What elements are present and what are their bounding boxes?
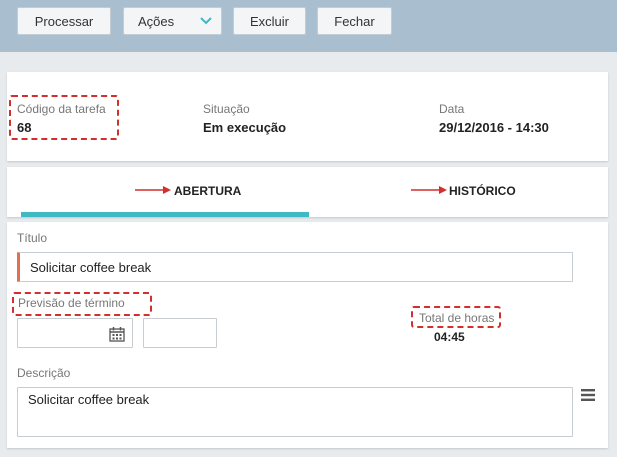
tab-historico[interactable]: HISTÓRICO [449,184,516,198]
titulo-value: Solicitar coffee break [30,260,152,275]
tab-abertura[interactable]: ABERTURA [174,184,241,198]
toolbar: Processar Ações Excluir Fechar [0,0,617,52]
data-value: 29/12/2016 - 14:30 [439,120,549,135]
situacao-value: Em execução [203,120,287,135]
arrow-right-icon [135,186,171,194]
excluir-button[interactable]: Excluir [233,7,306,35]
tabs-bar: ABERTURA HISTÓRICO [7,167,608,217]
total-horas-label: Total de horas [419,311,495,325]
menu-icon[interactable] [581,389,595,401]
acoes-label: Ações [138,13,175,29]
situacao-label: Situação [203,102,250,116]
processar-button[interactable]: Processar [17,7,111,35]
data-label: Data [439,102,465,116]
summary-card: Código da tarefa 68 Situação Em execução… [7,72,608,161]
calendar-icon[interactable] [109,326,125,342]
arrow-right-icon [411,186,447,194]
previsao-date-input[interactable] [17,318,133,348]
total-horas-value: 04:45 [434,330,465,344]
descricao-textarea[interactable]: Solicitar coffee break [17,387,573,437]
acoes-dropdown-button[interactable]: Ações [123,7,222,35]
titulo-label: Título [17,231,48,245]
previsao-time-input[interactable] [143,318,217,348]
form-card: Título Solicitar coffee break Previsão d… [7,222,608,448]
previsao-label: Previsão de término [18,296,125,310]
descricao-value: Solicitar coffee break [28,392,150,407]
chevron-down-icon [200,17,212,25]
tab-active-indicator [21,212,309,217]
fechar-button[interactable]: Fechar [317,7,392,35]
titulo-input[interactable]: Solicitar coffee break [17,252,573,282]
descricao-label: Descrição [17,366,71,380]
codigo-value: 68 [17,120,32,135]
codigo-label: Código da tarefa [17,102,106,116]
